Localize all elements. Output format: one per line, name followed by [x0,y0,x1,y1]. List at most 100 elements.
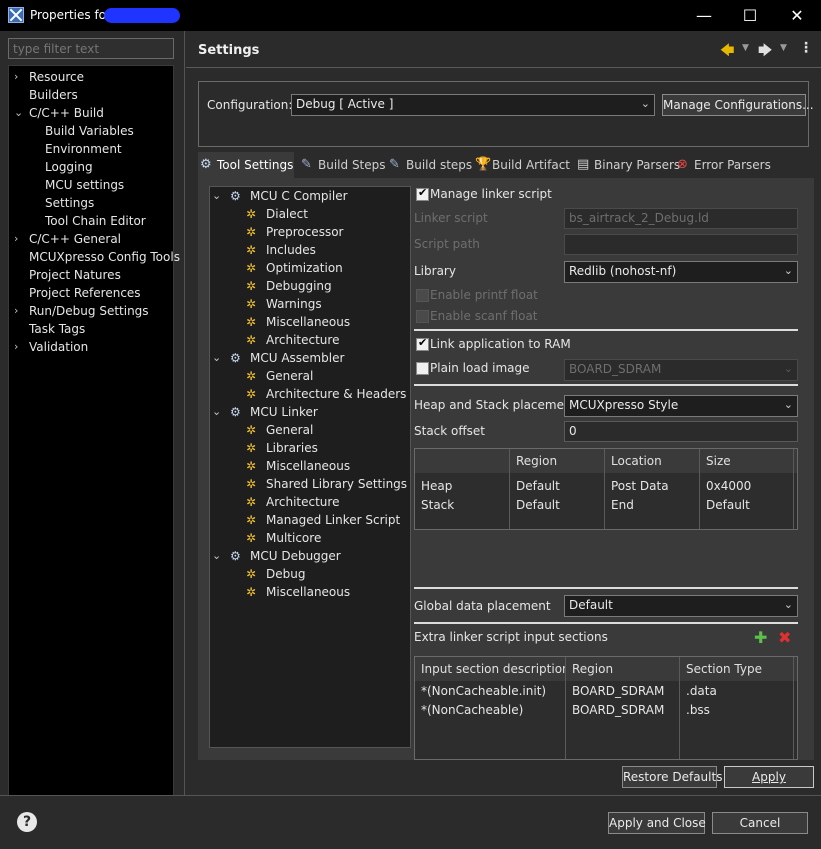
linker-script-field[interactable]: bs_airtrack_2_Debug.ld [564,208,798,229]
table-header-input-section: Input section description [415,657,570,681]
add-icon[interactable]: ✚ [754,628,767,647]
nav-item-mcuxpresso-config-tools[interactable]: MCUXpresso Config Tools [29,248,180,266]
global-data-placement-select[interactable]: Default ⌄ [564,595,798,617]
title-divider [186,67,821,68]
plain-load-region-select[interactable]: BOARD_SDRAM ⌄ [564,359,798,381]
forward-arrow-icon[interactable]: 🡆 [758,40,772,64]
nav-item-cpp-general[interactable]: › C/C++ General [14,230,121,248]
page-title: Settings [198,43,260,58]
nav-item-settings[interactable]: Settings [45,194,94,212]
apply-and-close-button[interactable]: Apply and Close [608,812,706,834]
chevron-right-icon[interactable]: › [14,302,26,320]
linker-script-label: Linker script [414,211,488,225]
tab-binary-parsers[interactable]: ▤ Binary Parsers [575,152,680,178]
back-menu-chevron-icon[interactable]: ▼ [742,43,749,53]
view-menu-icon[interactable]: ⋮ [799,40,813,56]
table-cell[interactable]: Default [510,496,560,514]
nav-item-environment[interactable]: Environment [45,140,122,158]
library-select[interactable]: Redlib (nohost-nf) ⌄ [564,261,798,283]
title-bar: Properties for — ☐ ✕ [0,0,821,31]
chevron-right-icon[interactable]: › [14,338,26,356]
column-divider [793,449,794,529]
help-icon[interactable]: ? [17,812,37,832]
back-arrow-icon[interactable]: 🡄 [720,40,734,64]
tab-build-steps-2[interactable]: ✎ Build steps [387,152,472,178]
close-button[interactable]: ✕ [774,0,820,31]
nav-item-project-natures[interactable]: Project Natures [29,266,121,284]
table-header-location: Location [605,449,700,473]
tab-tool-settings[interactable]: ⚙ Tool Settings [198,152,294,178]
filter-input[interactable] [8,38,174,59]
chevron-right-icon[interactable]: › [14,68,26,86]
option-category-icon: ✲ [246,441,257,455]
enable-printf-float-label: Enable printf float [430,288,538,302]
table-cell[interactable]: BOARD_SDRAM [566,701,664,719]
extra-sections-table: Input section description Region Section… [414,656,798,760]
option-category-icon: ✲ [246,207,257,221]
table-cell[interactable]: 0x4000 [700,477,751,495]
table-cell[interactable]: .data [680,682,717,700]
table-cell[interactable]: Post Data [605,477,669,495]
nav-item-project-references[interactable]: Project References [29,284,141,302]
configuration-select[interactable]: Debug [ Active ] ⌄ [291,94,655,116]
tab-error-parsers[interactable]: ⊗ Error Parsers [675,152,771,178]
enable-printf-float-checkbox[interactable] [416,289,429,302]
chevron-down-icon[interactable]: ⌄ [212,187,221,205]
nav-item-logging[interactable]: Logging [45,158,93,176]
nav-item-mcu-settings[interactable]: MCU settings [45,176,124,194]
table-cell[interactable]: End [605,496,634,514]
stack-offset-field[interactable]: 0 [564,421,798,442]
script-path-label: Script path [414,237,480,251]
nav-item-cpp-build[interactable]: ⌄ C/C++ Build [14,104,104,122]
table-cell[interactable]: Default [700,496,750,514]
link-to-ram-checkbox[interactable] [416,336,429,351]
table-cell[interactable]: Heap [415,477,452,495]
cancel-button[interactable]: Cancel [712,812,808,834]
global-data-placement-label: Global data placement [414,599,551,613]
maximize-button[interactable]: ☐ [727,0,773,31]
table-cell[interactable]: *(NonCacheable.init) [415,682,546,700]
option-category-icon: ✲ [246,567,257,581]
delete-icon[interactable]: ✖ [778,628,791,647]
option-category-icon: ✲ [246,297,257,311]
option-category-icon: ✲ [246,243,257,257]
tab-build-steps[interactable]: ✎ Build Steps [299,152,386,178]
manage-configurations-button[interactable]: Manage Configurations... [662,94,814,116]
configuration-group: Configuration: Debug [ Active ] ⌄ Manage… [198,81,814,147]
option-category-icon: ✲ [246,477,257,491]
plain-load-image-checkbox[interactable] [416,362,429,375]
option-category-icon: ✲ [246,423,257,437]
minimize-button[interactable]: — [681,0,727,31]
nav-item-tool-chain-editor[interactable]: Tool Chain Editor [45,212,146,230]
chevron-right-icon[interactable]: › [14,230,26,248]
heap-stack-placement-select[interactable]: MCUXpresso Style ⌄ [564,395,798,417]
table-cell[interactable]: *(NonCacheable) [415,701,523,719]
enable-scanf-float-checkbox[interactable] [416,310,429,323]
separator [414,622,798,624]
chevron-down-icon[interactable]: ⌄ [212,349,221,367]
left-panel: ›Resource Builders ⌄C/C++ Build Build Va… [0,31,185,797]
forward-menu-chevron-icon[interactable]: ▼ [780,43,787,53]
settings-page: Settings 🡄 ▼ 🡆 ▼ ⋮ Configuration: Debug … [186,31,821,795]
chevron-down-icon[interactable]: ⌄ [212,403,221,421]
table-cell[interactable]: .bss [680,701,710,719]
chevron-down-icon[interactable]: ⌄ [14,104,26,122]
dialog-button-bar: ? Apply and Close Cancel [0,795,821,849]
redacted-project-name [104,8,180,23]
restore-defaults-button[interactable]: Restore Defaults [622,766,722,788]
manage-linker-script-checkbox[interactable] [416,186,429,201]
chevron-down-icon[interactable]: ⌄ [212,547,221,565]
option-category-icon: ✲ [246,333,257,347]
table-cell[interactable]: BOARD_SDRAM [566,682,664,700]
tab-build-artifact[interactable]: 🏆 Build Artifact [473,152,570,178]
table-cell[interactable]: Stack [415,496,454,514]
nav-item-run-debug-settings[interactable]: › Run/Debug Settings [14,302,149,320]
nav-item-resource[interactable]: › Resource [14,68,84,86]
apply-button[interactable]: Apply [724,766,814,788]
nav-item-build-variables[interactable]: Build Variables [45,122,134,140]
nav-item-validation[interactable]: › Validation [14,338,88,356]
table-cell[interactable]: Default [510,477,560,495]
nav-item-builders[interactable]: Builders [29,86,78,104]
script-path-field[interactable] [564,234,798,255]
nav-item-task-tags[interactable]: Task Tags [29,320,85,338]
